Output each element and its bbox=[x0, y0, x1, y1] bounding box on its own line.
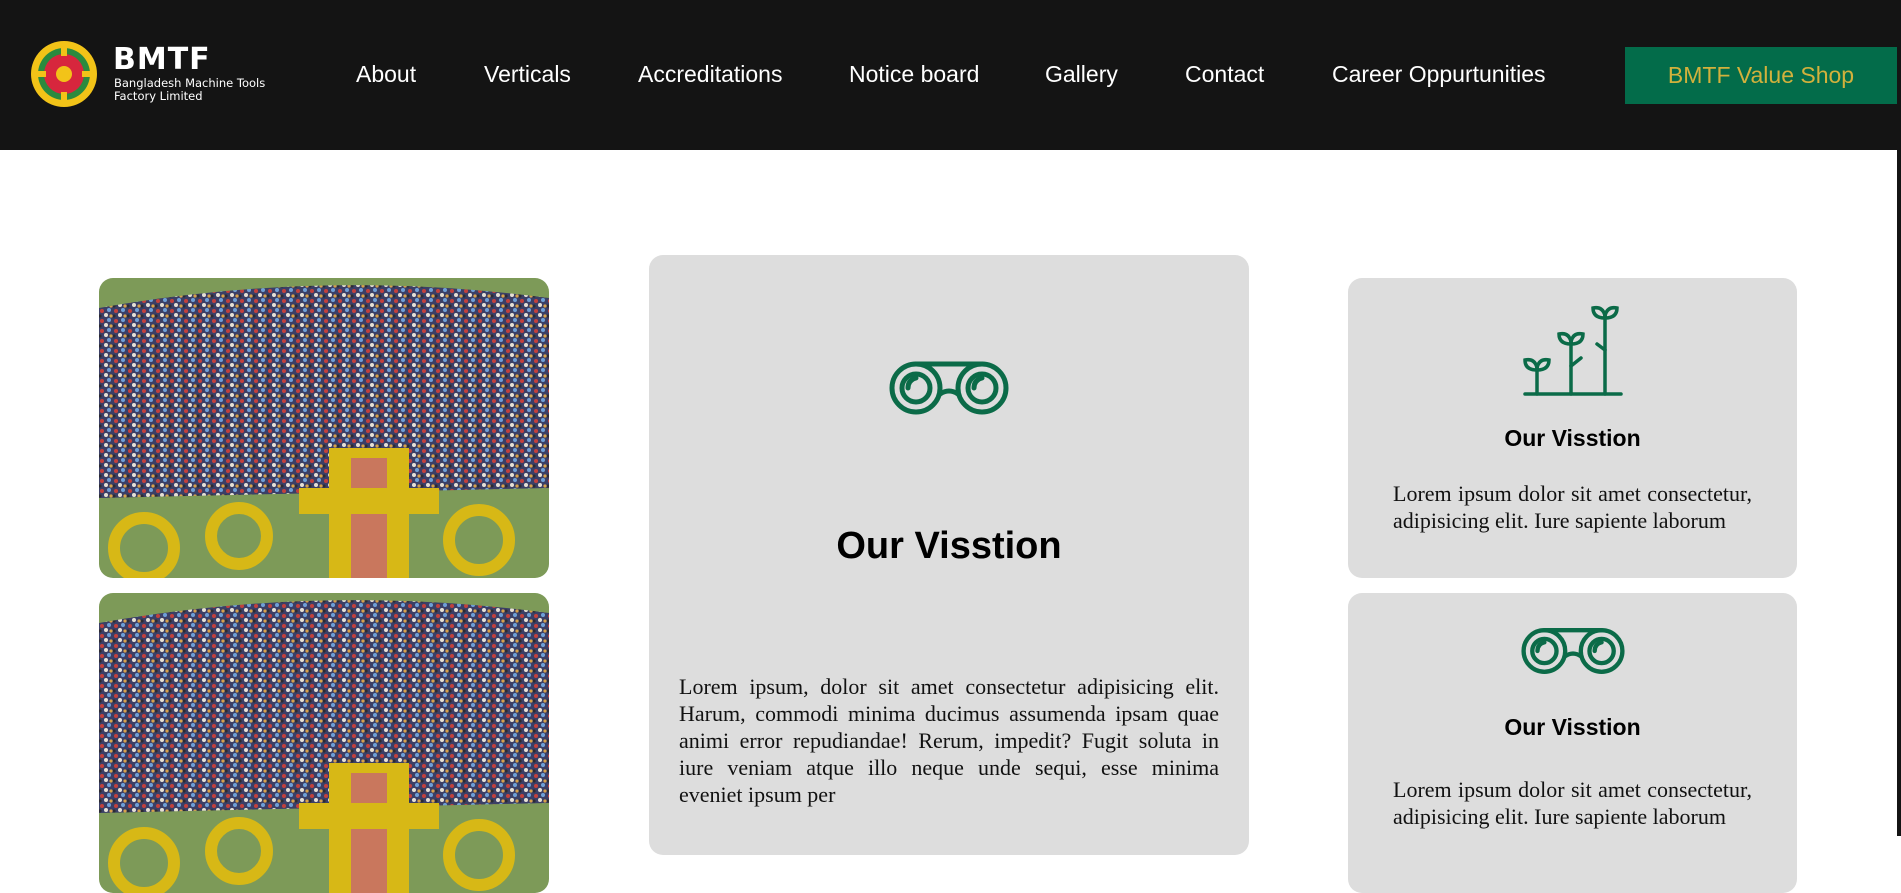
nav-career-opportunities[interactable]: Career Oppurtunities bbox=[1332, 60, 1546, 88]
value-shop-button[interactable]: BMTF Value Shop bbox=[1625, 47, 1897, 104]
nav-about[interactable]: About bbox=[356, 60, 416, 88]
bmtf-logo-icon[interactable] bbox=[28, 38, 100, 110]
vision-title: Our Visstion bbox=[836, 525, 1062, 567]
vision-description: Lorem ipsum dolor sit amet consectetur, … bbox=[1393, 481, 1752, 533]
site-header: BMTF Bangladesh Machine Tools Factory Li… bbox=[0, 0, 1897, 150]
vision-title: Our Visstion bbox=[1504, 425, 1641, 451]
binoculars-icon bbox=[1521, 628, 1625, 674]
vision-title: Our Visstion bbox=[1504, 714, 1641, 740]
vision-card-side: Our Visstion Lorem ipsum dolor sit amet … bbox=[1348, 278, 1797, 578]
nav-contact[interactable]: Contact bbox=[1185, 60, 1264, 88]
nav-gallery[interactable]: Gallery bbox=[1045, 60, 1118, 88]
vision-card-main: Our Visstion Lorem ipsum, dolor sit amet… bbox=[649, 255, 1249, 855]
nav-verticals[interactable]: Verticals bbox=[484, 60, 571, 88]
nav-accreditations[interactable]: Accreditations bbox=[638, 60, 782, 88]
aerial-crowd-photo bbox=[99, 278, 549, 578]
binoculars-icon bbox=[889, 361, 1009, 415]
vision-card-side: Our Visstion Lorem ipsum dolor sit amet … bbox=[1348, 593, 1797, 893]
brand-subtitle: Bangladesh Machine Tools Factory Limited bbox=[114, 76, 266, 103]
brand-name[interactable]: BMTF bbox=[113, 44, 211, 76]
aerial-crowd-photo bbox=[99, 593, 549, 893]
vision-description: Lorem ipsum dolor sit amet consectetur, … bbox=[1393, 777, 1752, 829]
nav-notice-board[interactable]: Notice board bbox=[849, 60, 979, 88]
vision-description: Lorem ipsum, dolor sit amet consectetur … bbox=[679, 674, 1219, 807]
page-scrollbar[interactable] bbox=[1897, 0, 1901, 836]
growth-sprouts-icon bbox=[1523, 305, 1623, 396]
